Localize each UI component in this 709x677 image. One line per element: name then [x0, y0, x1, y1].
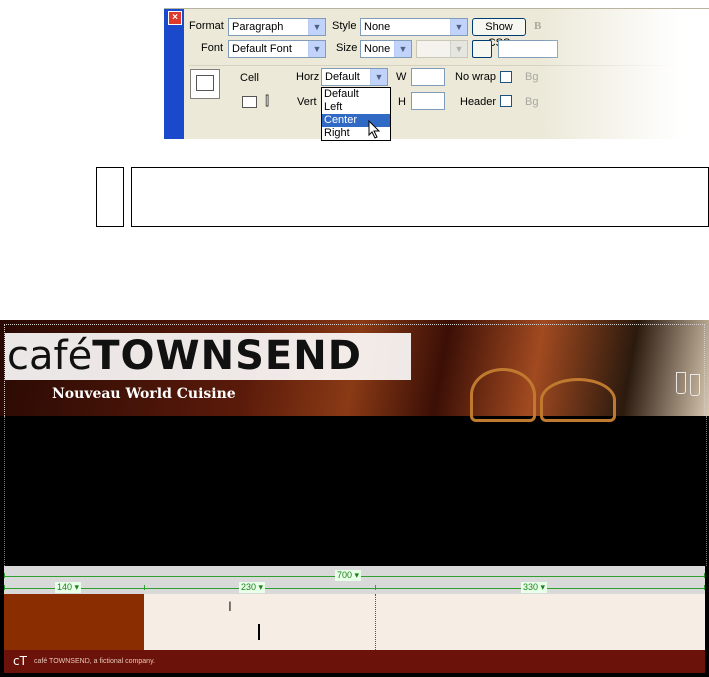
size-select[interactable]: None ▼ — [360, 40, 412, 58]
style-select[interactable]: None ▼ — [360, 18, 468, 36]
bg-label: Bg — [525, 71, 539, 83]
site-logo: caféTOWNSEND — [5, 333, 411, 380]
merge-cells-icon[interactable] — [242, 96, 257, 108]
width-field[interactable] — [411, 68, 445, 86]
right-cell[interactable] — [376, 594, 705, 650]
dropdown-option[interactable]: Left — [322, 101, 390, 114]
column-width-line — [4, 588, 705, 589]
format-value: Paragraph — [232, 21, 284, 33]
split-cell-icon[interactable]: ⫿ — [265, 93, 269, 109]
font-select[interactable]: Default Font ▼ — [228, 40, 326, 58]
col2-width-value: 230 — [241, 582, 257, 592]
horz-value: Default — [325, 71, 360, 83]
mouse-pointer-icon — [368, 120, 381, 139]
table-width-value: 700 — [337, 570, 353, 580]
property-inspector: × Format Paragraph ▼ Style None ▼ Show C… — [164, 8, 709, 141]
guide-tick — [4, 573, 5, 578]
sidebar-cell[interactable] — [4, 594, 144, 650]
col3-width-value: 330 — [523, 582, 539, 592]
design-view: caféTOWNSEND Nouveau World Cuisine 700 ▾… — [0, 320, 709, 677]
table-cell-small[interactable] — [96, 167, 124, 227]
footer-bar: cT café TOWNSEND, a fictional company. — [4, 650, 705, 673]
h-label: H — [398, 96, 406, 108]
text-color-picker[interactable] — [472, 40, 492, 58]
col1-width-label[interactable]: 140 ▾ — [55, 582, 82, 593]
bold-button[interactable]: B — [534, 20, 541, 32]
content-table-row: I — [4, 594, 705, 650]
guide-tick — [704, 585, 705, 590]
footer-logo-mark: cT — [13, 654, 27, 668]
text-color-field[interactable] — [498, 40, 558, 58]
guide-tick — [704, 573, 705, 578]
table-cell-wide[interactable] — [131, 167, 709, 227]
format-select[interactable]: Paragraph ▼ — [228, 18, 326, 36]
bg2-label: Bg — [525, 96, 539, 108]
horz-select[interactable]: Default ▼ — [321, 68, 388, 86]
font-label: Font — [201, 42, 224, 54]
chevron-down-icon: ▼ — [450, 41, 467, 57]
ibeam-cursor-icon: I — [228, 598, 232, 614]
col2-width-label[interactable]: 230 ▾ — [239, 582, 266, 593]
chevron-down-icon: ▼ — [394, 41, 411, 57]
guide-tick — [4, 585, 5, 590]
horz-label: Horz — [296, 71, 320, 83]
tagline: Nouveau World Cuisine — [52, 386, 236, 402]
table-cell-icon — [190, 69, 220, 99]
table-width-label[interactable]: 700 ▾ — [335, 570, 362, 581]
logo-light-text: café — [7, 333, 93, 379]
text-caret — [258, 624, 260, 640]
height-field[interactable] — [411, 92, 445, 110]
header-banner: caféTOWNSEND Nouveau World Cuisine — [0, 320, 709, 422]
panel-fade — [539, 9, 709, 139]
col1-width-value: 140 — [57, 582, 73, 592]
chevron-down-icon: ▼ — [308, 19, 325, 35]
style-value: None — [364, 21, 391, 33]
size-value: None — [364, 43, 391, 55]
chevron-down-icon: ▼ — [370, 69, 387, 85]
show-css-button[interactable]: Show CSS — [472, 18, 526, 49]
main-cell[interactable]: I — [144, 594, 376, 650]
panel-side-bar — [164, 9, 184, 139]
vert-label: Vert — [297, 96, 317, 108]
chevron-down-icon: ▼ — [450, 19, 467, 35]
nowrap-checkbox[interactable] — [500, 71, 512, 83]
logo-bold-text: TOWNSEND — [92, 333, 362, 379]
format-label: Format — [189, 20, 224, 32]
nowrap-label: No wrap — [455, 71, 496, 83]
w-label: W — [396, 71, 407, 83]
col3-width-label[interactable]: 330 ▾ — [521, 582, 548, 593]
table-width-guides: 700 ▾ 140 ▾ 230 ▾ 330 ▾ — [4, 566, 705, 594]
close-icon[interactable]: × — [168, 11, 182, 25]
guide-tick — [375, 585, 376, 590]
content-area[interactable] — [4, 416, 707, 566]
header-label: Header — [460, 96, 497, 108]
header-checkbox[interactable] — [500, 95, 512, 107]
font-value: Default Font — [232, 43, 292, 55]
footer-text: café TOWNSEND, a fictional company. — [34, 658, 155, 665]
guide-tick — [144, 585, 145, 590]
dropdown-option[interactable]: Default — [322, 88, 390, 101]
chevron-down-icon: ▼ — [308, 41, 325, 57]
cell-label: Cell — [240, 72, 259, 84]
size-units-select: ▼ — [416, 40, 468, 58]
section-divider — [189, 65, 689, 66]
size-label: Size — [336, 42, 358, 54]
style-label: Style — [332, 20, 357, 32]
